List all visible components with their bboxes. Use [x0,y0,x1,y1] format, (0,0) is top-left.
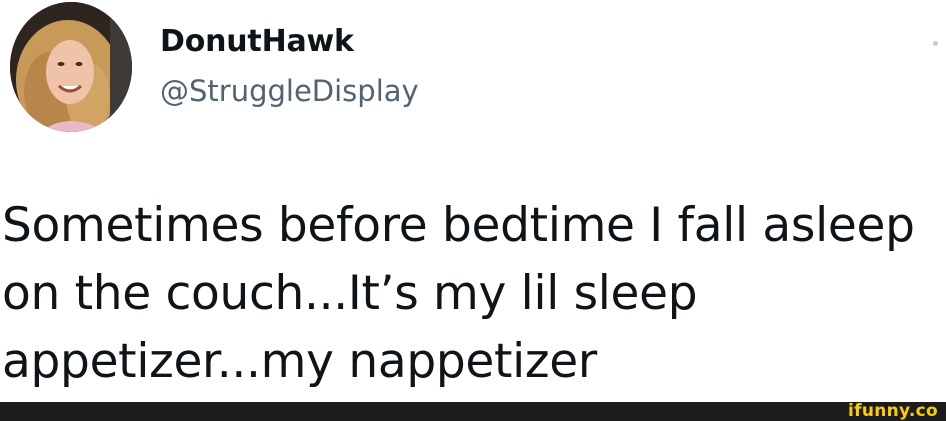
tweet-text-line: on the couch...It’s my lil sleep [2,266,698,321]
ifunny-watermark: ifunny.co [848,401,938,421]
tweet-card: DonutHawk @StruggleDisplay Sometimes bef… [0,0,946,402]
tweet-text-line: appetizer...my nappetizer [2,334,597,389]
profile-photo [10,2,132,132]
display-name[interactable]: DonutHawk [160,24,354,59]
more-options-icon[interactable] [933,41,938,46]
user-handle[interactable]: @StruggleDisplay [160,74,419,108]
tweet-text: Sometimes before bedtime I fall asleep o… [2,192,942,396]
tweet-text-line: Sometimes before bedtime I fall asleep [2,198,915,253]
avatar[interactable] [10,2,132,132]
footer-bar: ifunny.co [0,401,946,421]
